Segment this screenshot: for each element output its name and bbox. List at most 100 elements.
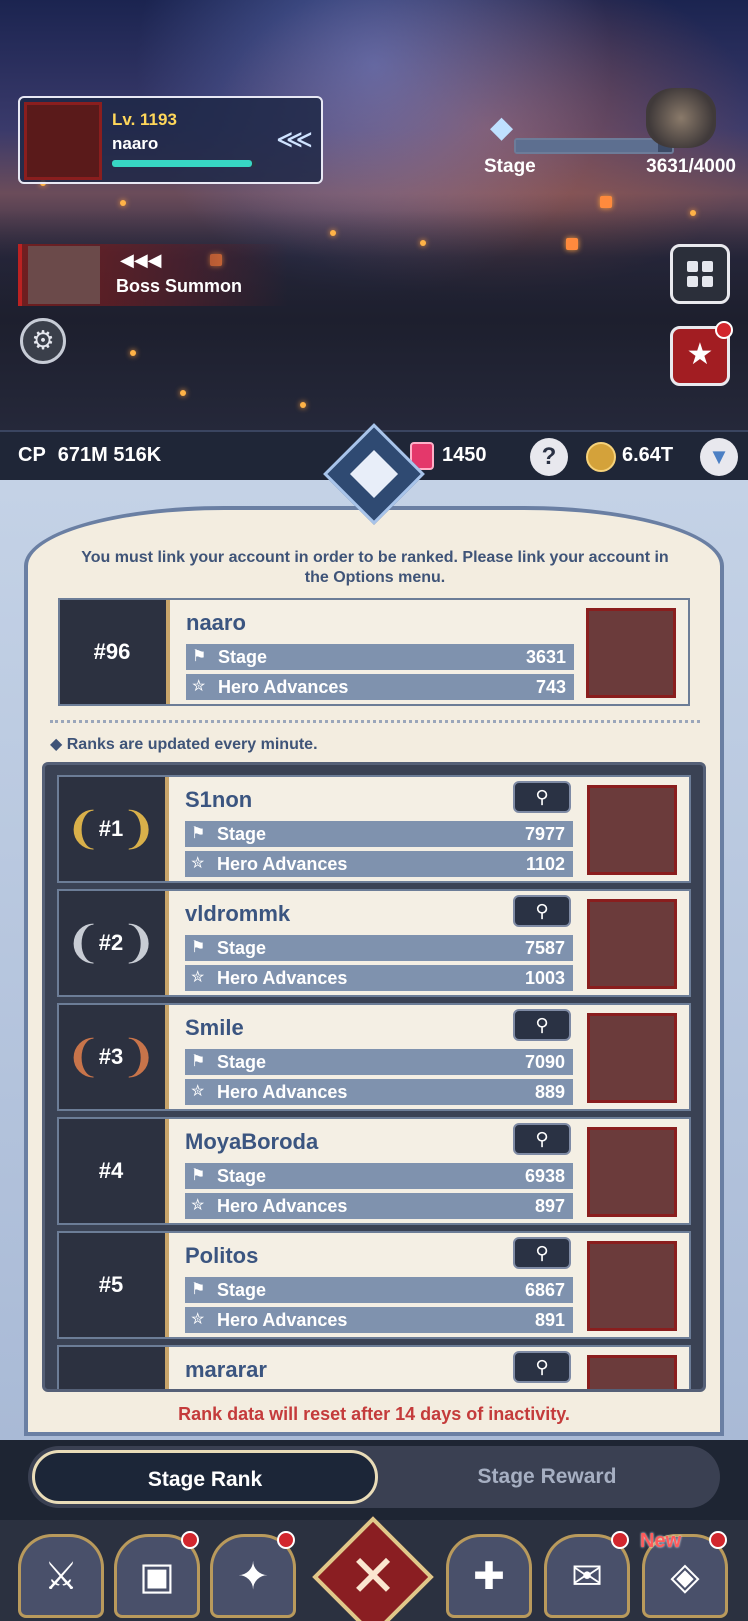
- advances-value: 897: [534, 1196, 565, 1216]
- chevron-down-icon[interactable]: ▼: [700, 438, 738, 476]
- star-icon: ✮: [191, 1083, 205, 1100]
- star-icon: ✮: [191, 1197, 205, 1214]
- rank-tabs: Stage Rank Stage Reward: [28, 1446, 720, 1508]
- my-rank-name: naaro: [186, 610, 246, 635]
- inspect-button[interactable]: ⚲: [513, 1237, 571, 1269]
- ranking-row: ❨ ❩ #2 vldrommk ⚲ ⚑ Stage 7587 ✮ Hero Adva…: [57, 889, 691, 997]
- gold-count: 6.64T: [622, 444, 674, 466]
- advances-value: 889: [534, 1082, 565, 1102]
- treasure-chest-icon[interactable]: ▣: [114, 1531, 200, 1618]
- advances-row: ✮ Hero Advances 1003: [185, 965, 573, 991]
- advances-label: Hero Advances: [217, 968, 348, 988]
- stage-row: ⚑ Stage: [185, 1391, 573, 1392]
- notification-dot: [715, 321, 733, 339]
- stage-label: Stage: [218, 647, 268, 667]
- advances-label: Hero Advances: [217, 1196, 348, 1216]
- player-avatar: [24, 102, 102, 180]
- menu-grid-button[interactable]: [670, 244, 730, 304]
- ranking-row: #4 MoyaBoroda ⚲ ⚑ Stage 6938 ✮ Hero Adva…: [57, 1117, 691, 1225]
- guild-shield-icon[interactable]: ✚: [446, 1534, 532, 1618]
- rank-update-note: ◆ Ranks are updated every minute.: [50, 736, 318, 753]
- flag-icon: ⚑: [191, 1053, 206, 1070]
- magnifier-icon: ⚲: [535, 1015, 549, 1035]
- tab-stage-rank[interactable]: Stage Rank: [32, 1450, 378, 1504]
- magnifier-icon: ⚲: [535, 901, 549, 921]
- stage-label: Stage: [217, 824, 267, 844]
- rank-box: #4: [59, 1119, 163, 1223]
- rank-number: #4: [98, 1158, 124, 1183]
- player-xp-bar: [112, 160, 256, 167]
- scroll-letter-icon[interactable]: ✉: [544, 1531, 630, 1618]
- ranking-list[interactable]: ❨ ❩ #1 S1non ⚲ ⚑ Stage 7977 ✮ Hero Advance…: [42, 762, 706, 1392]
- inspect-button[interactable]: ⚲: [513, 1009, 571, 1041]
- my-rank-card: #96 naaro ⚑ Stage 3631 ✮ Hero Advances 7…: [58, 598, 690, 706]
- tab-stage-reward[interactable]: Stage Reward: [374, 1446, 720, 1508]
- cp-label: CP: [18, 444, 46, 466]
- flag-icon: ⚑: [192, 648, 207, 665]
- stage-row: ⚑ Stage 7090: [185, 1049, 573, 1075]
- boss-summon-button[interactable]: ◀◀◀ Boss Summon: [18, 244, 288, 306]
- event-calendar-button[interactable]: ★: [670, 321, 733, 386]
- stage-label: Stage: [217, 1052, 267, 1072]
- ranking-row: #5 Politos ⚲ ⚑ Stage 6867 ✮ Hero Advance…: [57, 1231, 691, 1339]
- stage-value: 7977: [524, 824, 565, 844]
- player-xp-fill: [112, 160, 252, 167]
- advances-value: 743: [535, 677, 566, 697]
- close-icon[interactable]: ✕: [330, 1534, 416, 1620]
- stage-row: ⚑ Stage 7587: [185, 935, 573, 961]
- battle-scene: [0, 0, 748, 430]
- stage-row: ⚑ Stage 3631: [186, 644, 574, 670]
- magnifier-icon: ⚲: [535, 1243, 549, 1263]
- advances-label: Hero Advances: [218, 677, 349, 697]
- ranking-row: ❨ ❩ #3 Smile ⚲ ⚑ Stage 7090 ✮ Hero Advance…: [57, 1003, 691, 1111]
- hero-portrait: [587, 1355, 677, 1389]
- stage-row: ⚑ Stage 6938: [185, 1163, 573, 1189]
- collapse-arrows-icon[interactable]: ⋘: [276, 124, 313, 155]
- stage-value: 3631: [525, 647, 566, 667]
- inspect-button[interactable]: ⚲: [513, 895, 571, 927]
- summon-arrows-icon: ◀◀◀: [120, 250, 162, 270]
- ranked-player-name: Politos: [185, 1243, 259, 1268]
- rank-number: #2: [98, 930, 124, 955]
- stage-value: 7587: [524, 938, 565, 958]
- rank-box: #5: [59, 1233, 163, 1337]
- gold-coin-icon: [586, 442, 616, 472]
- grid-icon: [687, 261, 713, 287]
- inspect-button[interactable]: ⚲: [513, 781, 571, 813]
- help-button[interactable]: ?: [530, 438, 568, 476]
- star-icon: ✮: [191, 969, 205, 986]
- ranked-player-name: MoyaBoroda: [185, 1129, 319, 1154]
- inspect-button[interactable]: ⚲: [513, 1351, 571, 1383]
- link-account-notice: You must link your account in order to b…: [81, 549, 669, 586]
- magnifier-icon: ⚲: [535, 787, 549, 807]
- star-icon: ✮: [192, 678, 206, 695]
- stage-progress-bar: [514, 138, 674, 154]
- stage-count: 3631/4000: [646, 156, 736, 177]
- ranking-row: ❨ ❩ #1 S1non ⚲ ⚑ Stage 7977 ✮ Hero Advance…: [57, 775, 691, 883]
- inspect-button[interactable]: ⚲: [513, 1123, 571, 1155]
- advances-row: ✮ Hero Advances 889: [185, 1079, 573, 1105]
- rank-number: #1: [98, 816, 124, 841]
- flag-icon: ⚑: [191, 939, 206, 956]
- flag-icon: ⚑: [191, 1167, 206, 1184]
- stage-value: 6867: [524, 1280, 565, 1300]
- player-profile-card[interactable]: Lv. 1193 naaro ⋘: [18, 96, 323, 184]
- stage-label: Stage: [217, 938, 267, 958]
- hero-portrait: [587, 785, 677, 875]
- spellbook-icon[interactable]: ✦: [210, 1531, 296, 1618]
- settings-gear-icon[interactable]: ⚙: [20, 318, 66, 364]
- advances-row: ✮ Hero Advances 743: [186, 674, 574, 700]
- ranking-row: mararar ⚲ ⚑ Stage ✮ Hero Advances: [57, 1345, 691, 1392]
- hero-knight-icon[interactable]: ⚔: [18, 1534, 104, 1618]
- advances-row: ✮ Hero Advances 1102: [185, 851, 573, 877]
- hero-portrait: [587, 1127, 677, 1217]
- calendar-star-icon: ★: [686, 338, 714, 371]
- stage-label: Stage: [217, 1166, 267, 1186]
- stage-value: 6938: [524, 1166, 565, 1186]
- stage-progress: ◆ Stage 3631/4000: [484, 88, 736, 190]
- ranked-player-name: mararar: [185, 1357, 267, 1382]
- magnifier-icon: ⚲: [535, 1357, 549, 1377]
- advances-value: 891: [534, 1310, 565, 1330]
- star-icon: ✮: [191, 855, 205, 872]
- combat-power: CP 671M 516K: [18, 444, 161, 467]
